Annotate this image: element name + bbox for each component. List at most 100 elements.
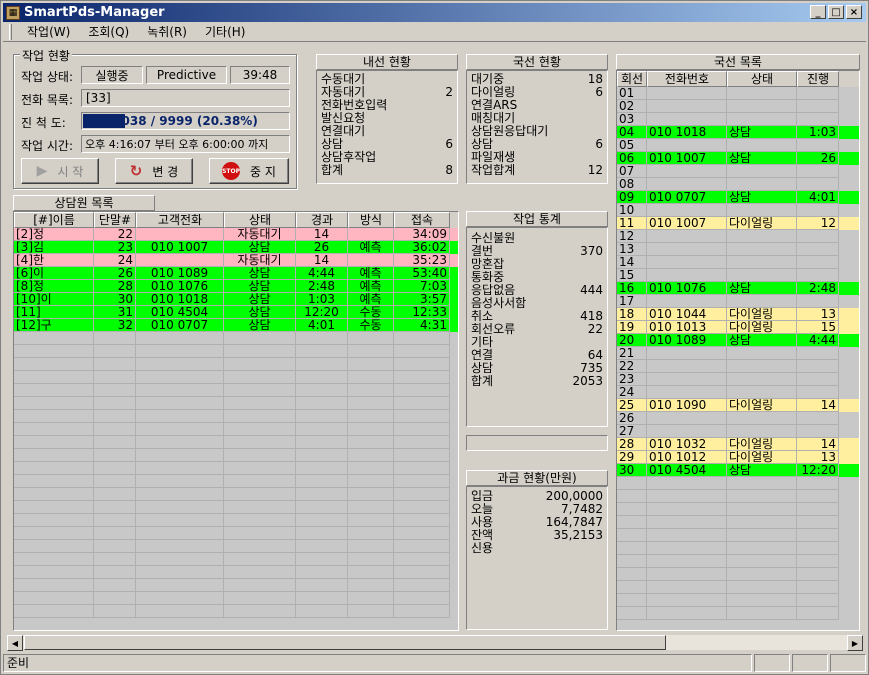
table-row[interactable]: 10 <box>617 204 859 217</box>
table-row[interactable] <box>14 475 458 488</box>
agents-grid[interactable]: [#]이름 단말# 고객전화 상태 경과 방식 접속 [2]정 22 자동대기 14 34:09 [3… <box>13 211 459 631</box>
table-row[interactable]: 06 010 1007 상담 26 <box>617 152 859 165</box>
column-header[interactable]: 접속 <box>394 212 450 228</box>
table-row[interactable]: 02 <box>617 100 859 113</box>
horizontal-scrollbar[interactable]: ◀ ▶ <box>6 634 864 651</box>
table-row[interactable]: [6]이 26 010 1089 상담 4:44 예측 53:40 <box>14 267 458 280</box>
table-row[interactable]: [3]김 23 010 1007 상담 26 예측 36:02 <box>14 241 458 254</box>
table-row[interactable] <box>14 540 458 553</box>
table-row[interactable]: 14 <box>617 256 859 269</box>
table-row[interactable]: 17 <box>617 295 859 308</box>
table-row[interactable] <box>617 542 859 555</box>
table-row[interactable]: 15 <box>617 269 859 282</box>
table-row[interactable] <box>14 579 458 592</box>
table-row[interactable]: 26 <box>617 412 859 425</box>
table-row[interactable]: 30 010 4504 상담 12:20 <box>617 464 859 477</box>
table-row[interactable]: 21 <box>617 347 859 360</box>
table-row[interactable]: 13 <box>617 243 859 256</box>
table-row[interactable]: 04 010 1018 상담 1:03 <box>617 126 859 139</box>
table-row[interactable]: 29 010 1012 다이얼링 13 <box>617 451 859 464</box>
table-row[interactable] <box>14 527 458 540</box>
table-row[interactable]: 19 010 1013 다이얼링 15 <box>617 321 859 334</box>
table-row[interactable]: 11 010 1007 다이얼링 12 <box>617 217 859 230</box>
table-row[interactable] <box>617 594 859 607</box>
table-row[interactable]: [10]이 30 010 1018 상담 1:03 예측 3:57 <box>14 293 458 306</box>
column-header[interactable]: 경과 <box>296 212 348 228</box>
table-row[interactable] <box>14 332 458 345</box>
column-header[interactable]: 회선 <box>617 71 647 87</box>
table-row[interactable] <box>617 581 859 594</box>
table-row[interactable]: 22 <box>617 360 859 373</box>
column-header[interactable]: [#]이름 <box>14 212 94 228</box>
scroll-right-icon[interactable]: ▶ <box>847 635 863 651</box>
table-row[interactable]: 05 <box>617 139 859 152</box>
table-row[interactable] <box>14 371 458 384</box>
change-button[interactable]: ↻ 변 경 <box>115 158 193 184</box>
table-row[interactable] <box>14 449 458 462</box>
menu-etc[interactable]: 기타(H) <box>196 23 254 40</box>
table-row[interactable] <box>14 462 458 475</box>
table-row[interactable] <box>617 568 859 581</box>
table-row[interactable]: 16 010 1076 상담 2:48 <box>617 282 859 295</box>
table-row[interactable]: 08 <box>617 178 859 191</box>
table-row[interactable] <box>617 503 859 516</box>
table-row[interactable]: [2]정 22 자동대기 14 34:09 <box>14 228 458 241</box>
table-row[interactable] <box>617 607 859 620</box>
column-header[interactable]: 상태 <box>727 71 797 87</box>
table-row[interactable] <box>14 345 458 358</box>
menu-job[interactable]: 작업(W) <box>18 23 79 40</box>
table-row[interactable]: 03 <box>617 113 859 126</box>
table-row[interactable]: 18 010 1044 다이얼링 13 <box>617 308 859 321</box>
column-header[interactable]: 고객전화 <box>136 212 224 228</box>
table-row[interactable] <box>14 436 458 449</box>
column-header[interactable]: 전화번호 <box>647 71 727 87</box>
column-header[interactable]: 단말# <box>94 212 136 228</box>
table-row[interactable] <box>14 358 458 371</box>
table-row[interactable] <box>617 477 859 490</box>
table-row[interactable] <box>14 514 458 527</box>
table-row[interactable] <box>14 397 458 410</box>
title-bar[interactable]: ▦ SmartPds-Manager _ □ × <box>3 3 866 22</box>
table-row[interactable] <box>14 592 458 605</box>
table-row[interactable] <box>14 566 458 579</box>
minimize-button[interactable]: _ <box>810 5 826 19</box>
table-row[interactable]: 20 010 1089 상담 4:44 <box>617 334 859 347</box>
menu-query[interactable]: 조회(Q) <box>79 23 138 40</box>
table-row[interactable] <box>617 490 859 503</box>
table-row[interactable]: 09 010 0707 상담 4:01 <box>617 191 859 204</box>
table-row[interactable] <box>14 384 458 397</box>
close-button[interactable]: × <box>846 5 862 19</box>
table-cell: 상담 <box>224 293 296 306</box>
table-row[interactable]: 12 <box>617 230 859 243</box>
table-row[interactable] <box>617 516 859 529</box>
table-row[interactable] <box>14 488 458 501</box>
table-row[interactable]: 07 <box>617 165 859 178</box>
table-row[interactable]: [12]구 32 010 0707 상담 4:01 수동 4:31 <box>14 319 458 332</box>
stop-button[interactable]: STOP 중 지 <box>209 158 289 184</box>
lines-grid[interactable]: 회선 전화번호 상태 진행 01 02 03 04 010 1018 상담 1:03 05 06 010… <box>616 70 860 631</box>
table-row[interactable]: 28 010 1032 다이얼링 14 <box>617 438 859 451</box>
table-row[interactable]: 25 010 1090 다이얼링 14 <box>617 399 859 412</box>
table-row[interactable]: [11] 31 010 4504 상담 12:20 수동 12:33 <box>14 306 458 319</box>
table-row[interactable] <box>14 501 458 514</box>
column-header[interactable]: 상태 <box>224 212 296 228</box>
table-row[interactable]: 24 <box>617 386 859 399</box>
scroll-left-icon[interactable]: ◀ <box>7 635 23 651</box>
table-row[interactable]: [4]한 24 자동대기 14 35:23 <box>14 254 458 267</box>
start-button[interactable]: ▶ 시 작 <box>21 158 99 184</box>
table-row[interactable] <box>14 553 458 566</box>
table-row[interactable]: 23 <box>617 373 859 386</box>
maximize-button[interactable]: □ <box>828 5 844 19</box>
table-row[interactable]: [8]정 28 010 1076 상담 2:48 예측 7:03 <box>14 280 458 293</box>
menu-record[interactable]: 녹취(R) <box>138 23 196 40</box>
column-header[interactable]: 진행 <box>797 71 839 87</box>
table-row[interactable] <box>617 555 859 568</box>
column-header[interactable]: 방식 <box>348 212 394 228</box>
table-row[interactable] <box>14 410 458 423</box>
table-row[interactable]: 27 <box>617 425 859 438</box>
table-row[interactable] <box>14 423 458 436</box>
table-row[interactable] <box>617 529 859 542</box>
table-row[interactable] <box>14 605 458 618</box>
table-row[interactable]: 01 <box>617 87 859 100</box>
scroll-thumb[interactable] <box>24 635 666 650</box>
